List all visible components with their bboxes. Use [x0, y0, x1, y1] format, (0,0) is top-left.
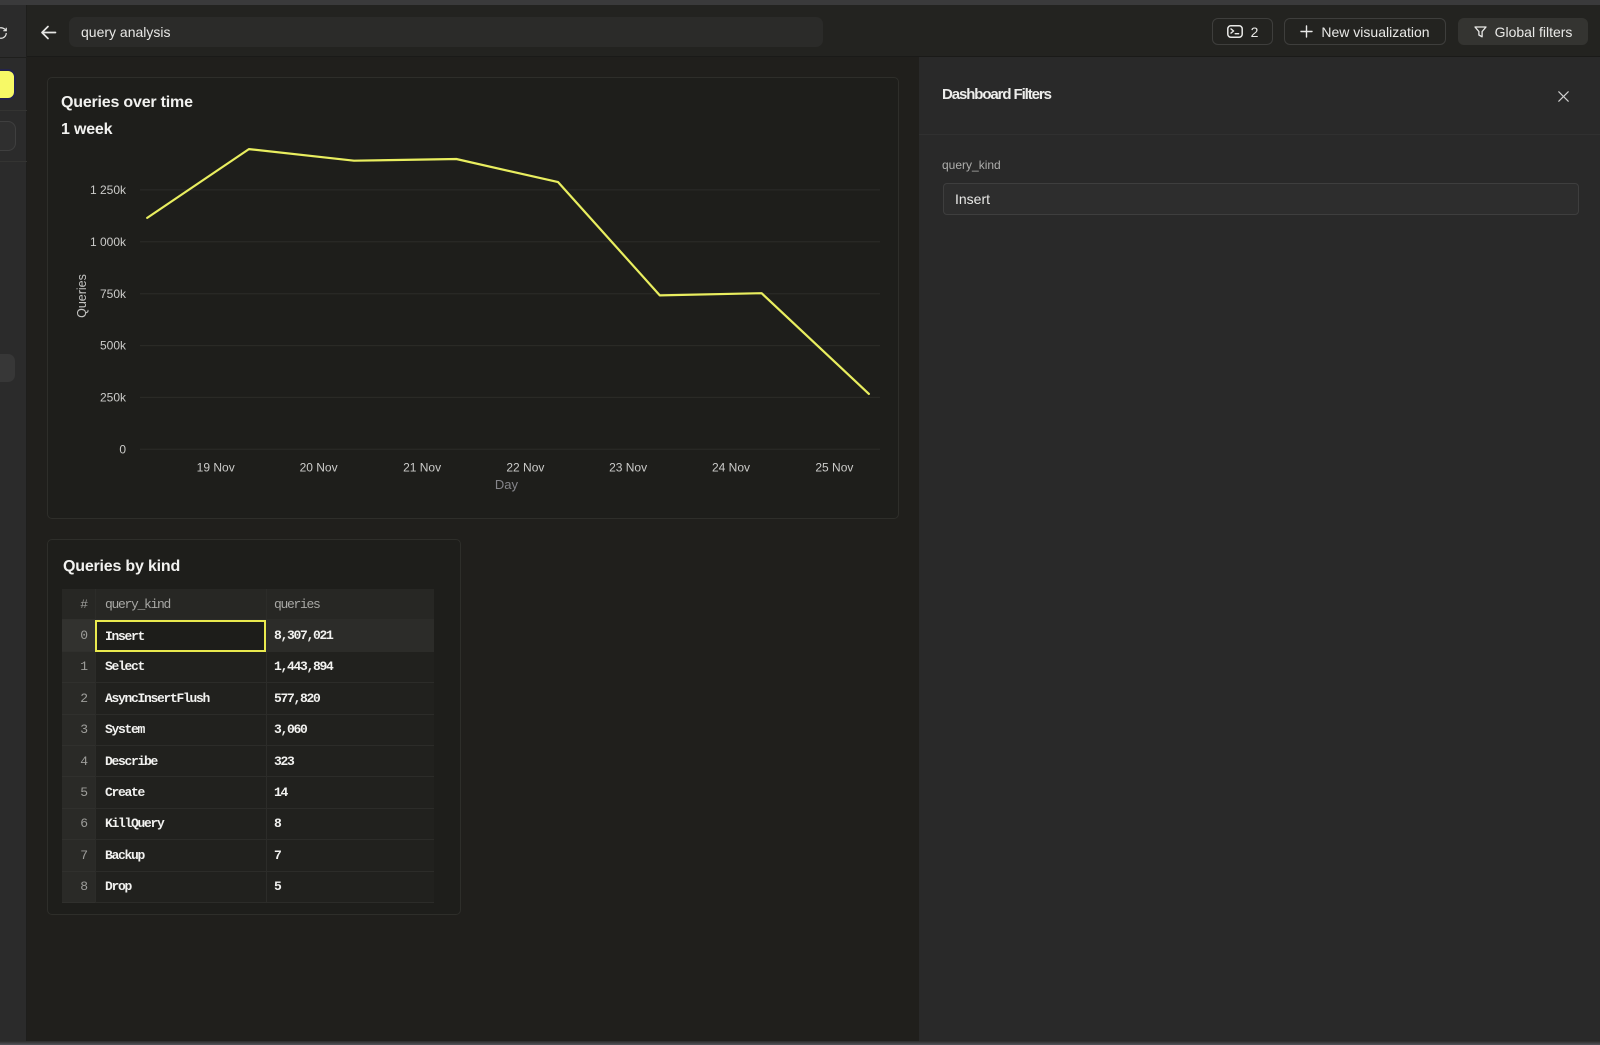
svg-text:23 Nov: 23 Nov: [609, 461, 647, 475]
svg-text:1 250k: 1 250k: [90, 183, 127, 197]
svg-text:24 Nov: 24 Nov: [712, 461, 750, 475]
svg-text:Queries: Queries: [75, 274, 89, 318]
svg-text:1 000k: 1 000k: [90, 235, 127, 249]
svg-text:250k: 250k: [100, 390, 127, 404]
svg-text:19 Nov: 19 Nov: [197, 461, 235, 475]
svg-text:22 Nov: 22 Nov: [506, 461, 544, 475]
svg-text:0: 0: [119, 442, 126, 456]
svg-text:500k: 500k: [100, 339, 127, 353]
svg-text:20 Nov: 20 Nov: [300, 461, 338, 475]
svg-text:Day: Day: [495, 477, 519, 492]
svg-text:750k: 750k: [100, 287, 127, 301]
svg-text:25 Nov: 25 Nov: [815, 461, 853, 475]
svg-text:21 Nov: 21 Nov: [403, 461, 441, 475]
